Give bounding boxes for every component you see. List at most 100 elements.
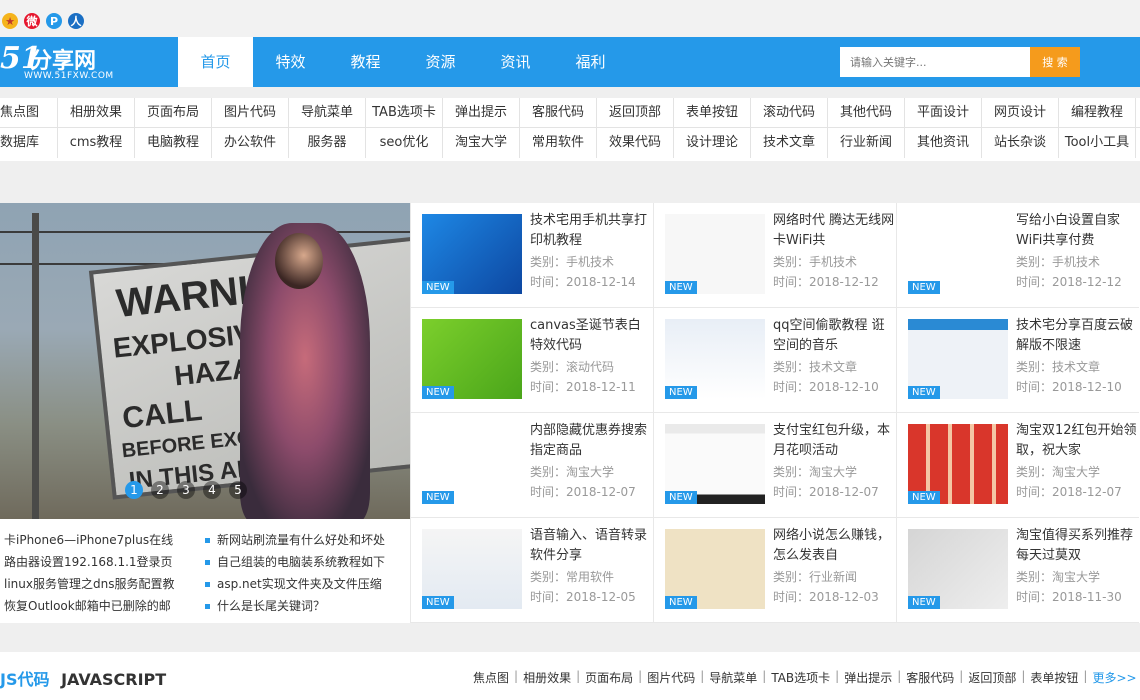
article-thumbnail[interactable]: NEW — [665, 424, 765, 504]
article-title[interactable]: 写给小白设置自家WiFi共享付费 — [1016, 211, 1138, 251]
tag-link[interactable]: 图片代码 — [212, 98, 289, 128]
search-input[interactable] — [840, 47, 1030, 77]
article-card[interactable]: NEW 语音输入、语音转录软件分享 类别：常用软件 时间：2018-12-05 — [410, 518, 653, 623]
article-card[interactable]: NEW 技术宅分享百度云破解版不限速 类别：技术文章 时间：2018-12-10 — [896, 308, 1139, 413]
article-thumbnail[interactable]: NEW — [908, 319, 1008, 399]
tag-link[interactable]: 滚动代码 — [751, 98, 828, 128]
tag-link[interactable]: 页面布局 — [135, 98, 212, 128]
tag-link[interactable]: cms教程 — [58, 128, 135, 158]
tag-link[interactable]: 平面设计 — [905, 98, 982, 128]
tag-link[interactable]: 设计理论 — [674, 128, 751, 158]
article-thumbnail[interactable]: NEW — [908, 424, 1008, 504]
tag-link[interactable]: 服务器 — [289, 128, 366, 158]
tag-link[interactable]: 效果代码 — [597, 128, 674, 158]
list-item[interactable]: 恢复Outlook邮箱中已删除的邮 — [4, 597, 194, 614]
article-card[interactable]: NEW 技术宅用手机共享打印机教程 类别：手机技术 时间：2018-12-14 — [410, 203, 653, 308]
tag-link[interactable]: seo优化 — [366, 128, 443, 158]
tag-link[interactable]: 客服代码 — [520, 98, 597, 128]
tag-link[interactable]: 技术文章 — [751, 128, 828, 158]
article-thumbnail[interactable]: NEW — [665, 214, 765, 294]
nav-item-home[interactable]: 首页 — [178, 37, 253, 87]
tag-link[interactable]: 表单按钮 — [674, 98, 751, 128]
section-link[interactable]: 页面布局 — [585, 669, 633, 686]
section-link[interactable]: TAB选项卡 — [771, 669, 830, 686]
article-card[interactable]: NEW qq空间偷歌教程 诳空间的音乐 类别：技术文章 时间：2018-12-10 — [653, 308, 896, 413]
tag-link[interactable]: 导航菜单 — [289, 98, 366, 128]
nav-item-effects[interactable]: 特效 — [253, 37, 328, 87]
search-button[interactable]: 搜 索 — [1030, 47, 1080, 77]
article-card[interactable]: NEW 淘宝双12红包开始领取，祝大家 类别：淘宝大学 时间：2018-12-07 — [896, 413, 1139, 518]
article-card[interactable]: NEW 支付宝红包升级，本月花呗活动 类别：淘宝大学 时间：2018-12-07 — [653, 413, 896, 518]
banner-slider[interactable]: WARNIN EXPLOSIV HAZA CALL BEFORE EXCAVA … — [0, 203, 410, 519]
tag-link[interactable]: 常用软件 — [520, 128, 597, 158]
tag-link[interactable]: 编程教程 — [1059, 98, 1136, 128]
article-title[interactable]: 技术宅分享百度云破解版不限速 — [1016, 316, 1138, 356]
slider-dot[interactable]: 1 — [125, 481, 143, 499]
tag-link[interactable]: 站长杂谈 — [982, 128, 1059, 158]
tag-link[interactable]: 数据库 — [0, 128, 58, 158]
tag-link[interactable]: Tool小工具 — [1059, 128, 1136, 158]
nav-item-news[interactable]: 资讯 — [478, 37, 553, 87]
slider-dot[interactable]: 3 — [177, 481, 195, 499]
article-thumbnail[interactable]: NEW — [422, 424, 522, 504]
article-title[interactable]: 淘宝双12红包开始领取，祝大家 — [1016, 421, 1138, 461]
tag-link[interactable]: TAB选项卡 — [366, 98, 443, 128]
article-title[interactable]: 语音输入、语音转录软件分享 — [530, 526, 652, 566]
star-icon[interactable]: ★ — [2, 13, 18, 29]
section-link[interactable]: 返回顶部 — [968, 669, 1016, 686]
tag-link[interactable]: 淘宝大学 — [443, 128, 520, 158]
article-title[interactable]: 网络小说怎么赚钱，怎么发表自 — [773, 526, 895, 566]
tag-link[interactable]: 行业新闻 — [828, 128, 905, 158]
user-icon[interactable]: 人 — [68, 13, 84, 29]
list-item[interactable]: 卡iPhone6—iPhone7plus在线 — [4, 531, 194, 548]
tag-link[interactable]: 其他资讯 — [905, 128, 982, 158]
tag-link[interactable]: 弹出提示 — [443, 98, 520, 128]
article-title[interactable]: 技术宅用手机共享打印机教程 — [530, 211, 652, 251]
article-thumbnail[interactable]: NEW — [665, 529, 765, 609]
section-link[interactable]: 导航菜单 — [709, 669, 757, 686]
tag-link[interactable]: 其他代码 — [828, 98, 905, 128]
list-item[interactable]: 什么是长尾关键词？ — [205, 597, 405, 614]
tag-link[interactable]: 焦点图 — [0, 98, 58, 128]
article-card[interactable]: NEW 内部隐藏优惠券搜索指定商品 类别：淘宝大学 时间：2018-12-07 — [410, 413, 653, 518]
article-thumbnail[interactable]: NEW — [665, 319, 765, 399]
section-link[interactable]: 弹出提示 — [844, 669, 892, 686]
nav-item-tutorials[interactable]: 教程 — [328, 37, 403, 87]
section-link[interactable]: 图片代码 — [647, 669, 695, 686]
tag-link[interactable]: 电脑教程 — [135, 128, 212, 158]
article-title[interactable]: canvas圣诞节表白特效代码 — [530, 316, 652, 356]
article-thumbnail[interactable]: NEW — [422, 529, 522, 609]
nav-item-welfare[interactable]: 福利 — [553, 37, 628, 87]
site-logo[interactable]: 51 分享网 WWW.51FXW.COM — [0, 41, 178, 83]
article-card[interactable]: NEW canvas圣诞节表白特效代码 类别：滚动代码 时间：2018-12-11 — [410, 308, 653, 413]
article-card[interactable]: NEW 网络小说怎么赚钱，怎么发表自 类别：行业新闻 时间：2018-12-03 — [653, 518, 896, 623]
article-title[interactable]: qq空间偷歌教程 诳空间的音乐 — [773, 316, 895, 356]
tag-link[interactable]: 办公软件 — [212, 128, 289, 158]
article-thumbnail[interactable]: NEW — [422, 214, 522, 294]
slider-dot[interactable]: 2 — [151, 481, 169, 499]
section-link[interactable]: 客服代码 — [906, 669, 954, 686]
list-item[interactable]: asp.net实现文件夹及文件压缩 — [205, 575, 405, 592]
section-link[interactable]: 相册效果 — [523, 669, 571, 686]
section-link[interactable]: 表单按钮 — [1030, 669, 1078, 686]
article-thumbnail[interactable]: NEW — [908, 214, 1008, 294]
tag-link[interactable]: 返回顶部 — [597, 98, 674, 128]
weibo-icon[interactable]: 微 — [24, 13, 40, 29]
list-item[interactable]: 自己组装的电脑装系统教程如下 — [205, 553, 405, 570]
slider-dot[interactable]: 5 — [229, 481, 247, 499]
list-item[interactable]: 新网站刷流量有什么好处和坏处 — [205, 531, 405, 548]
article-thumbnail[interactable]: NEW — [908, 529, 1008, 609]
article-card[interactable]: NEW 淘宝值得买系列推荐每天过莫双 类别：淘宝大学 时间：2018-11-30 — [896, 518, 1139, 623]
list-item[interactable]: linux服务管理之dns服务配置教 — [4, 575, 194, 592]
pinterest-icon[interactable]: P — [46, 13, 62, 29]
tag-link[interactable]: 网页设计 — [982, 98, 1059, 128]
article-card[interactable]: NEW 网络时代 腾达无线网卡WiFi共 类别：手机技术 时间：2018-12-12 — [653, 203, 896, 308]
more-link[interactable]: 更多>> — [1092, 669, 1136, 686]
list-item[interactable]: 路由器设置192.168.1.1登录页 — [4, 553, 194, 570]
article-card[interactable]: NEW 写给小白设置自家WiFi共享付费 类别：手机技术 时间：2018-12-12 — [896, 203, 1139, 308]
article-title[interactable]: 淘宝值得买系列推荐每天过莫双 — [1016, 526, 1138, 566]
article-title[interactable]: 内部隐藏优惠券搜索指定商品 — [530, 421, 652, 461]
section-link[interactable]: 焦点图 — [473, 669, 509, 686]
slider-dot[interactable]: 4 — [203, 481, 221, 499]
article-title[interactable]: 网络时代 腾达无线网卡WiFi共 — [773, 211, 895, 251]
